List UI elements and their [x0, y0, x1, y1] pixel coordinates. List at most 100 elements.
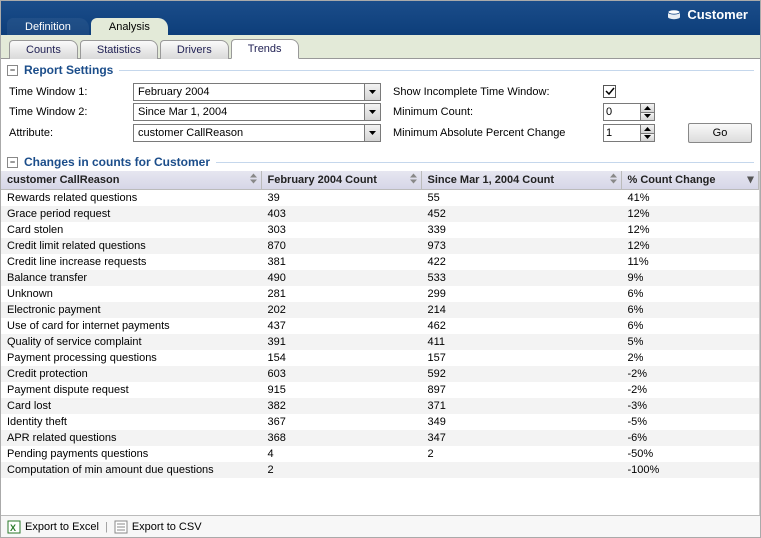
col-header-count2[interactable]: Since Mar 1, 2004 Count [421, 171, 621, 190]
tab-trends[interactable]: Trends [231, 39, 299, 59]
table-cell: 367 [261, 414, 421, 430]
table-row[interactable]: Payment dispute request915897-2% [1, 382, 759, 398]
table-cell: Credit line increase requests [1, 254, 261, 270]
report-settings-form: Time Window 1: February 2004 Show Incomp… [1, 79, 760, 151]
col-header-pct[interactable]: % Count Change [621, 171, 759, 190]
table-cell: -6% [621, 430, 759, 446]
time-window-2-select[interactable]: Since Mar 1, 2004 [133, 103, 381, 121]
go-button[interactable]: Go [688, 123, 752, 143]
attribute-select[interactable]: customer CallReason [133, 124, 381, 142]
table-row[interactable]: Balance transfer4905339% [1, 270, 759, 286]
table-cell: 9% [621, 270, 759, 286]
spinner-up-icon[interactable] [641, 104, 654, 113]
collapse-toggle-icon[interactable]: − [7, 65, 18, 76]
table-cell: Grace period request [1, 206, 261, 222]
tab-label: Analysis [109, 21, 150, 33]
table-row[interactable]: Use of card for internet payments4374626… [1, 318, 759, 334]
tab-drivers[interactable]: Drivers [160, 40, 229, 59]
table-cell: 391 [261, 334, 421, 350]
results-table-body: Rewards related questions395541%Grace pe… [1, 190, 759, 479]
table-cell: 12% [621, 206, 759, 222]
tab-statistics[interactable]: Statistics [80, 40, 158, 59]
min-pct-input[interactable] [604, 125, 640, 141]
table-row[interactable]: Pending payments questions42-50% [1, 446, 759, 462]
tab-analysis[interactable]: Analysis [91, 18, 168, 36]
table-row[interactable]: Identity theft367349-5% [1, 414, 759, 430]
tab-counts[interactable]: Counts [9, 40, 78, 59]
table-row[interactable]: Credit protection603592-2% [1, 366, 759, 382]
csv-icon [114, 520, 128, 534]
content-area: − Report Settings Time Window 1: Februar… [1, 59, 760, 537]
table-cell: 299 [421, 286, 621, 302]
table-cell: 6% [621, 302, 759, 318]
sort-icon [250, 174, 257, 187]
export-csv-label: Export to CSV [132, 521, 202, 533]
tab-definition[interactable]: Definition [7, 18, 89, 36]
table-cell: Identity theft [1, 414, 261, 430]
divider [216, 162, 754, 163]
table-cell: 403 [261, 206, 421, 222]
table-row[interactable]: Card stolen30333912% [1, 222, 759, 238]
table-row[interactable]: Credit limit related questions87097312% [1, 238, 759, 254]
export-excel-label: Export to Excel [25, 521, 99, 533]
table-cell: 12% [621, 222, 759, 238]
table-row[interactable]: Card lost382371-3% [1, 398, 759, 414]
table-cell: 382 [261, 398, 421, 414]
table-cell: 2 [261, 462, 421, 478]
group-title: Report Settings [24, 63, 113, 77]
tab-label: Drivers [177, 44, 212, 56]
tab-label: Statistics [97, 44, 141, 56]
export-csv-button[interactable]: Export to CSV [114, 520, 202, 534]
table-cell: Credit protection [1, 366, 261, 382]
table-cell: 55 [421, 190, 621, 207]
export-toolbar: X Export to Excel | Export to CSV [1, 515, 760, 537]
min-pct-spinner[interactable] [603, 124, 655, 142]
collapse-toggle-icon[interactable]: − [7, 157, 18, 168]
select-value: February 2004 [138, 86, 210, 98]
table-cell: 347 [421, 430, 621, 446]
select-value: customer CallReason [138, 127, 243, 139]
table-cell: 381 [261, 254, 421, 270]
spinner-down-icon[interactable] [641, 134, 654, 142]
table-cell: -2% [621, 382, 759, 398]
table-cell: Use of card for internet payments [1, 318, 261, 334]
min-count-spinner[interactable] [603, 103, 655, 121]
check-icon [605, 86, 615, 96]
table-row[interactable]: Credit line increase requests38142211% [1, 254, 759, 270]
table-cell: 4 [261, 446, 421, 462]
table-cell: Quality of service complaint [1, 334, 261, 350]
spinner-up-icon[interactable] [641, 125, 654, 134]
table-row[interactable]: Computation of min amount due questions2… [1, 462, 759, 478]
min-count-input[interactable] [604, 104, 640, 120]
table-cell: -50% [621, 446, 759, 462]
table-row[interactable]: Electronic payment2022146% [1, 302, 759, 318]
table-row[interactable]: Grace period request40345212% [1, 206, 759, 222]
spinner-down-icon[interactable] [641, 113, 654, 121]
show-incomplete-checkbox[interactable] [603, 85, 616, 98]
row-time-window-1: Time Window 1: February 2004 Show Incomp… [9, 83, 752, 101]
table-cell: Payment dispute request [1, 382, 261, 398]
col-header-label: Since Mar 1, 2004 Count [428, 174, 555, 186]
table-cell: 2 [421, 446, 621, 462]
app-frame: Definition Analysis Customer Counts Stat… [0, 0, 761, 538]
table-cell: Card stolen [1, 222, 261, 238]
col-header-count1[interactable]: February 2004 Count [261, 171, 421, 190]
table-cell [421, 462, 621, 478]
divider [119, 70, 754, 71]
table-row[interactable]: Rewards related questions395541% [1, 190, 759, 207]
export-excel-button[interactable]: X Export to Excel [7, 520, 99, 534]
table-row[interactable]: Unknown2812996% [1, 286, 759, 302]
table-row[interactable]: Payment processing questions1541572% [1, 350, 759, 366]
col-header-label: % Count Change [628, 174, 716, 186]
results-table-scroll[interactable]: customer CallReason February 2004 Count [1, 171, 760, 515]
col-header-callreason[interactable]: customer CallReason [1, 171, 261, 190]
table-cell: 603 [261, 366, 421, 382]
table-cell: 339 [421, 222, 621, 238]
table-row[interactable]: APR related questions368347-6% [1, 430, 759, 446]
table-cell: 870 [261, 238, 421, 254]
separator: | [105, 521, 108, 533]
table-cell: 371 [421, 398, 621, 414]
table-row[interactable]: Quality of service complaint3914115% [1, 334, 759, 350]
table-cell: 154 [261, 350, 421, 366]
time-window-1-select[interactable]: February 2004 [133, 83, 381, 101]
